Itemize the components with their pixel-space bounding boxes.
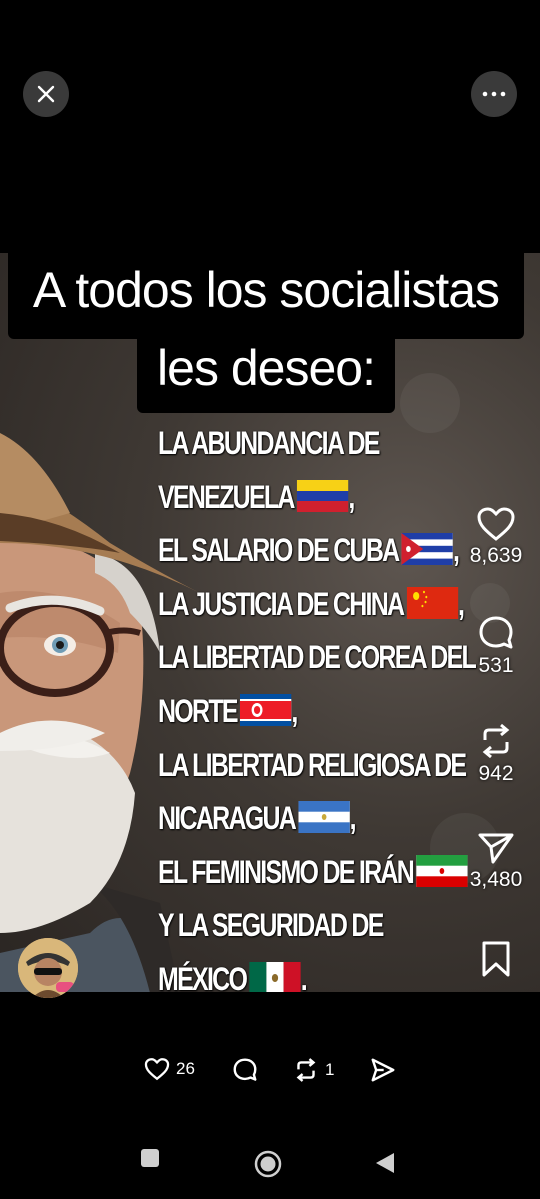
- venezuela-flag-icon: [296, 475, 349, 512]
- bottom-action-bar: 26 1: [0, 1057, 540, 1087]
- repost-action[interactable]: 942: [462, 722, 530, 786]
- headline-line-1: A todos los socialistas: [8, 253, 524, 339]
- avatar-image: [18, 938, 78, 998]
- wish-text: MÉXICO: [158, 960, 248, 992]
- china-flag-icon: [406, 582, 458, 619]
- bottom-like-button[interactable]: 26: [144, 1057, 195, 1081]
- more-options-icon: [482, 91, 506, 97]
- comment-icon: [479, 616, 513, 649]
- comment-action[interactable]: 531: [462, 614, 530, 678]
- wish-line: NORTE,: [158, 685, 415, 739]
- close-icon: [37, 85, 55, 103]
- repost-count: 942: [478, 762, 514, 785]
- bottom-like-count: 26: [176, 1059, 195, 1078]
- nav-recents-button[interactable]: [140, 1148, 160, 1173]
- wish-text: Y LA SEGURIDAD DE: [158, 907, 384, 944]
- share-action[interactable]: 3,480: [462, 830, 530, 892]
- comment-count: 531: [478, 654, 514, 677]
- wish-line: LA JUSTICIA DE CHINA,: [158, 578, 465, 632]
- back-icon: [376, 1153, 394, 1173]
- north-korea-flag-icon: [239, 689, 292, 726]
- cuba-flag-icon: [401, 528, 454, 566]
- close-button[interactable]: [23, 71, 69, 117]
- nicaragua-flag-icon: [298, 796, 350, 834]
- iran-flag-icon: [416, 850, 468, 887]
- wish-line: MÉXICO.: [158, 953, 415, 992]
- home-icon: [254, 1150, 282, 1178]
- wish-text: LA LIBERTAD DE COREA DEL: [158, 639, 477, 676]
- wish-punctuation: .: [300, 960, 308, 992]
- recents-icon: [141, 1149, 159, 1167]
- send-icon: [478, 833, 514, 864]
- wish-text: LA ABUNDANCIA DE: [158, 425, 380, 461]
- wish-punctuation: ,: [291, 692, 298, 729]
- wish-line: EL SALARIO DE CUBA,: [158, 524, 460, 578]
- bottom-repost-count: 1: [325, 1060, 335, 1079]
- wish-text: LA LIBERTAD RELIGIOSA DE: [158, 746, 467, 783]
- wish-text: EL SALARIO DE CUBA: [158, 532, 400, 569]
- wish-punctuation: ,: [348, 478, 355, 515]
- wish-punctuation: ,: [453, 532, 460, 569]
- avatar[interactable]: [18, 938, 78, 998]
- wish-list: LA ABUNDANCIA DE VENEZUELA, EL SALARIO DE …: [158, 417, 477, 992]
- repost-icon: [482, 723, 510, 759]
- wish-text: NORTE: [158, 692, 239, 729]
- heart-icon: [144, 1058, 170, 1081]
- share-count: 3,480: [469, 868, 523, 891]
- bottom-share-button[interactable]: [370, 1057, 396, 1083]
- mexico-flag-icon: [249, 957, 301, 992]
- wish-line: Y LA SEGURIDAD DE: [158, 899, 415, 953]
- bottom-repost-button[interactable]: 1: [293, 1057, 334, 1083]
- wish-punctuation: ,: [349, 800, 357, 837]
- wish-text: NICARAGUA: [158, 800, 297, 837]
- bookmark-icon: [482, 941, 510, 977]
- like-action[interactable]: 8,639: [462, 506, 530, 568]
- wish-text: VENEZUELA: [158, 478, 295, 515]
- wish-text: EL FEMINISMO DE IRÁN: [158, 853, 415, 890]
- like-count: 8,639: [469, 544, 523, 567]
- heart-icon: [477, 507, 515, 541]
- bookmark-action[interactable]: [462, 940, 530, 978]
- nav-back-button[interactable]: [374, 1151, 396, 1180]
- post-image[interactable]: A todos los socialistas les deseo: LA AB…: [0, 253, 540, 992]
- nav-home-button[interactable]: [254, 1150, 282, 1183]
- wish-text: LA JUSTICIA DE CHINA: [158, 585, 405, 622]
- repost-icon: [296, 1058, 316, 1082]
- comment-icon: [233, 1058, 257, 1081]
- wish-line: LA LIBERTAD DE COREA DEL: [158, 631, 477, 685]
- more-options-button[interactable]: [471, 71, 517, 117]
- wish-line: LA LIBERTAD RELIGIOSA DE: [158, 739, 467, 793]
- wish-line: LA ABUNDANCIA DE: [158, 417, 415, 471]
- bottom-comment-button[interactable]: [232, 1057, 258, 1083]
- send-icon: [371, 1058, 395, 1082]
- headline-line-2: les deseo:: [137, 335, 395, 413]
- wish-line: VENEZUELA,: [158, 471, 415, 525]
- wish-line: EL FEMINISMO DE IRÁN: [158, 846, 468, 900]
- wish-line: NICARAGUA,: [158, 792, 415, 846]
